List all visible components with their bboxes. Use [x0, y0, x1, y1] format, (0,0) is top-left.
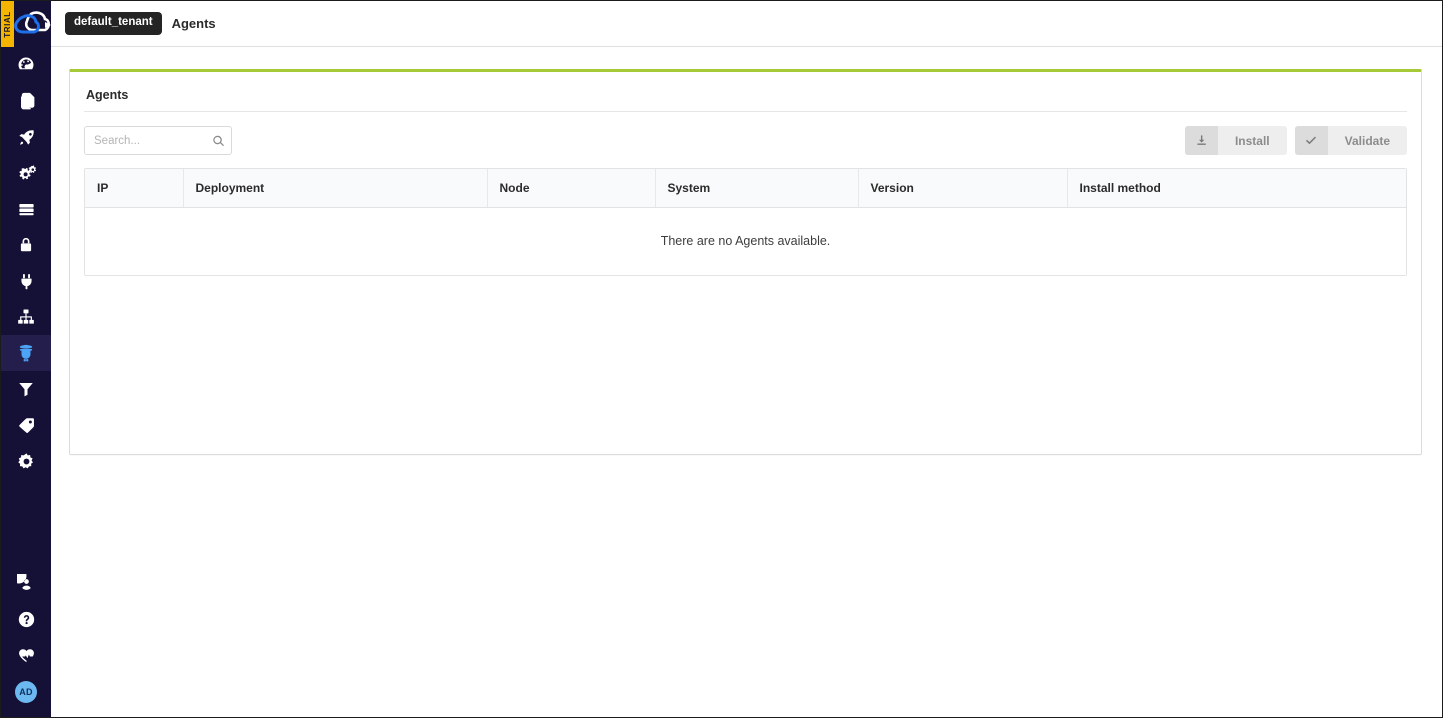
main-column: default_tenant Agents Agents Search... I…	[51, 1, 1442, 717]
user-account-icon	[16, 573, 31, 590]
health-pulse-icon	[18, 648, 34, 662]
services-gears-icon	[18, 164, 36, 179]
sidebar-item-sites[interactable]	[1, 299, 51, 335]
sidebar-item-blueprints[interactable]	[1, 83, 51, 119]
sidebar-item-nodes[interactable]	[1, 191, 51, 227]
table-body: There are no Agents available.	[85, 207, 1406, 275]
panel-title: Agents	[84, 84, 1407, 112]
sidebar-item-help[interactable]	[1, 601, 51, 637]
avatar[interactable]: AD	[1, 673, 51, 711]
sidebar-item-plugins[interactable]	[1, 263, 51, 299]
logo-block[interactable]: TRIAL	[1, 1, 51, 47]
dashboard-gauge-icon	[18, 57, 34, 70]
sidebar-item-filters[interactable]	[1, 371, 51, 407]
cloud-logo-icon	[11, 7, 51, 41]
sidebar-item-agents[interactable]	[1, 335, 51, 371]
sites-hierarchy-icon	[18, 309, 34, 324]
column-header-ip[interactable]: IP	[85, 169, 184, 208]
panel-toolbar: Install Validate	[84, 112, 1407, 168]
column-header-system[interactable]: System	[655, 169, 859, 208]
search-input[interactable]	[84, 126, 232, 155]
trial-ribbon: TRIAL	[1, 1, 14, 47]
trial-label: TRIAL	[3, 10, 12, 38]
sidebar-item-services[interactable]	[1, 155, 51, 191]
sidebar-item-account[interactable]	[1, 565, 51, 601]
install-button-label: Install	[1234, 133, 1270, 148]
download-install-icon	[1184, 126, 1218, 155]
agents-panel: Agents Search... Install Validate IP Dep…	[69, 69, 1422, 455]
help-question-icon	[18, 611, 34, 627]
table-header-row: IP Deployment Node System Version Instal…	[85, 169, 1406, 208]
column-header-version[interactable]: Version	[858, 169, 1068, 208]
sidebar-item-system-settings[interactable]	[1, 443, 51, 479]
secrets-lock-icon	[20, 237, 32, 252]
app-window: TRIAL AD default_tenant Agents Agents Se…	[0, 0, 1443, 718]
plugins-plug-icon	[20, 273, 32, 289]
top-bar: default_tenant Agents	[51, 1, 1442, 47]
agents-spy-icon	[19, 344, 33, 362]
content-area: Agents Search... Install Validate IP Dep…	[51, 47, 1442, 717]
blueprints-pages-icon	[20, 92, 34, 109]
filters-funnel-icon	[19, 383, 33, 397]
sidebar-nav	[1, 47, 51, 479]
deployments-rocket-icon	[18, 129, 34, 145]
table-head: IP Deployment Node System Version Instal…	[85, 169, 1406, 208]
tenant-badge[interactable]: default_tenant	[65, 12, 162, 35]
breadcrumb: default_tenant Agents	[65, 12, 216, 35]
agents-table: IP Deployment Node System Version Instal…	[84, 168, 1407, 276]
column-header-deployment[interactable]: Deployment	[183, 169, 488, 208]
page-title: Agents	[171, 16, 216, 31]
column-header-node[interactable]: Node	[487, 169, 656, 208]
validate-button-label: Validate	[1344, 133, 1390, 148]
validate-button[interactable]: Validate	[1294, 126, 1407, 155]
install-button[interactable]: Install	[1184, 126, 1287, 155]
sidebar-item-deployments[interactable]	[1, 119, 51, 155]
sidebar-bottom-nav: AD	[1, 565, 51, 717]
sidebar-item-labels[interactable]	[1, 407, 51, 443]
search-box	[84, 126, 232, 155]
empty-state-message: There are no Agents available.	[85, 207, 1406, 275]
labels-tag-icon	[18, 417, 34, 433]
sidebar-item-dashboard[interactable]	[1, 47, 51, 83]
settings-gear-icon	[17, 452, 33, 468]
nodes-server-icon	[18, 203, 34, 215]
sidebar-item-secrets[interactable]	[1, 227, 51, 263]
avatar-initials: AD	[15, 681, 37, 703]
column-header-install-method[interactable]: Install method	[1067, 169, 1406, 208]
panel-action-buttons: Install Validate	[1184, 126, 1407, 155]
sidebar: TRIAL AD	[1, 1, 51, 717]
search-icon[interactable]	[212, 134, 225, 147]
sidebar-item-status[interactable]	[1, 637, 51, 673]
table-empty-row: There are no Agents available.	[85, 207, 1406, 275]
check-validate-icon	[1294, 126, 1328, 155]
